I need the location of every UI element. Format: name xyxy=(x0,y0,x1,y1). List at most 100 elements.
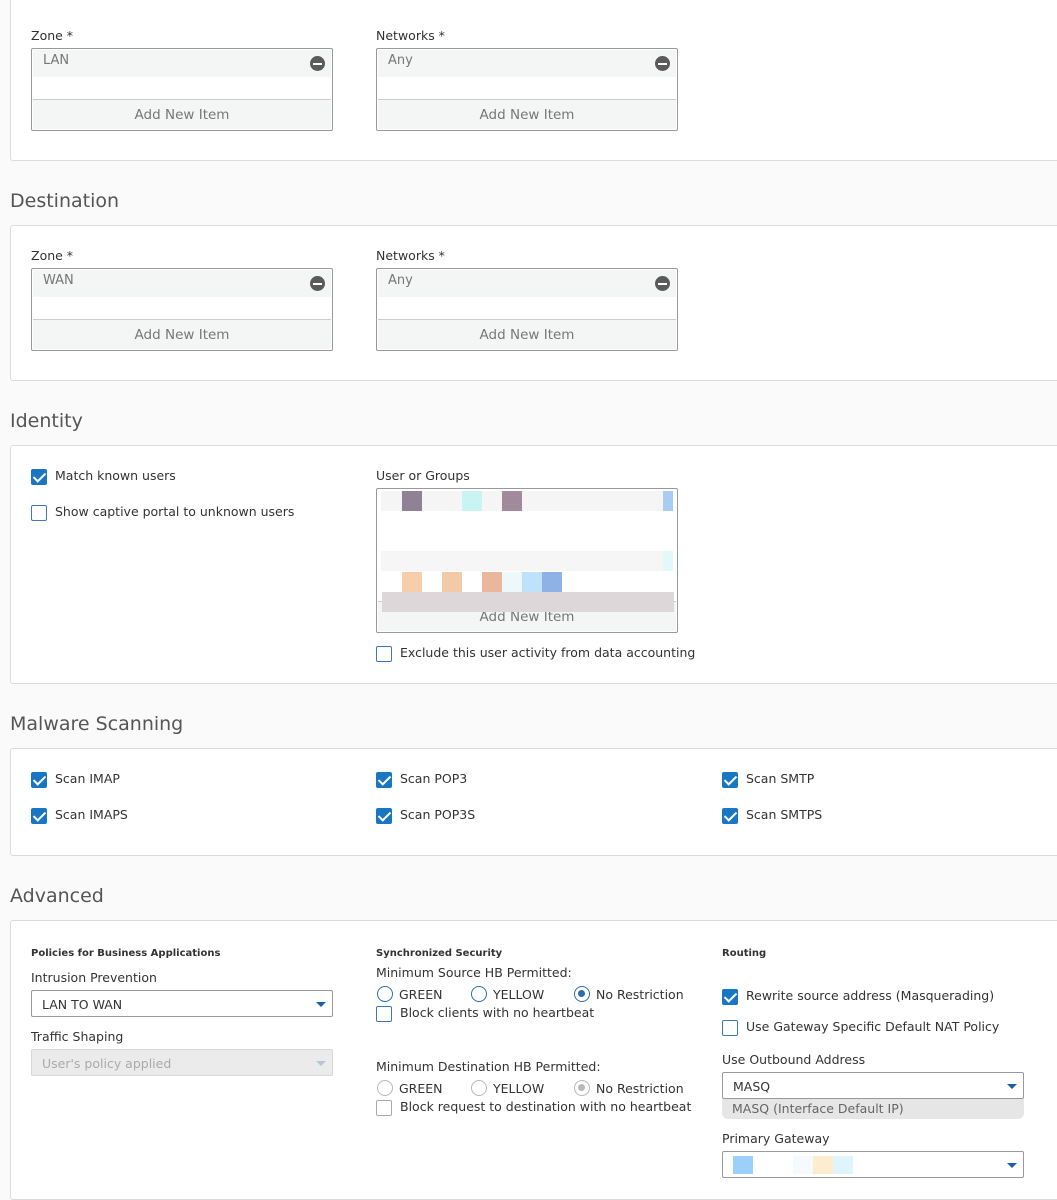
intrusion-prevention-value: LAN TO WAN xyxy=(42,997,123,1012)
scan-pop3s-checkbox[interactable] xyxy=(376,808,392,824)
chevron-down-icon xyxy=(1007,1163,1017,1168)
policies-heading: Policies for Business Applications xyxy=(31,948,221,959)
routing-heading: Routing xyxy=(722,948,767,959)
source-zone-listbox: LAN Add New Item xyxy=(31,48,333,131)
sync-security-heading: Synchronized Security xyxy=(376,948,503,959)
gateway-nat-checkbox[interactable] xyxy=(722,1020,738,1036)
scan-pop3-checkbox[interactable] xyxy=(376,772,392,788)
remove-icon[interactable] xyxy=(310,276,325,291)
obscured-block xyxy=(663,491,673,511)
source-networks-add-button[interactable]: Add New Item xyxy=(378,99,676,129)
remove-icon[interactable] xyxy=(655,276,670,291)
scan-smtps-checkbox[interactable] xyxy=(722,808,738,824)
users-groups-label: User or Groups xyxy=(376,468,470,483)
block-clients-label: Block clients with no heartbeat xyxy=(400,1005,595,1020)
scan-imap-checkbox[interactable] xyxy=(31,772,47,788)
destination-zone-listbox: WAN Add New Item xyxy=(31,268,333,351)
outbound-address-select[interactable]: MASQ xyxy=(722,1072,1024,1099)
gateway-nat-label: Use Gateway Specific Default NAT Policy xyxy=(746,1019,1000,1034)
obscured-block xyxy=(402,572,422,592)
traffic-shaping-label: Traffic Shaping xyxy=(31,1029,124,1044)
chevron-down-icon xyxy=(1007,1084,1017,1089)
source-hb-green-label: GREEN xyxy=(399,987,443,1002)
min-source-hb-label: Minimum Source HB Permitted: xyxy=(376,965,572,980)
match-known-users-checkbox[interactable] xyxy=(31,469,47,485)
scan-smtp-checkbox[interactable] xyxy=(722,772,738,788)
destination-zone-add-button[interactable]: Add New Item xyxy=(33,319,331,349)
obscured-block xyxy=(502,491,522,511)
remove-icon[interactable] xyxy=(655,56,670,71)
rewrite-source-checkbox[interactable] xyxy=(722,989,738,1005)
obscured-row xyxy=(381,491,673,511)
source-networks-listbox: Any Add New Item xyxy=(376,48,678,131)
destination-networks-listbox: Any Add New Item xyxy=(376,268,678,351)
destination-title: Destination xyxy=(10,190,120,212)
captive-portal-checkbox[interactable] xyxy=(31,505,47,521)
dest-hb-yellow-label: YELLOW xyxy=(493,1081,545,1096)
match-known-users-label: Match known users xyxy=(55,468,176,483)
obscured-block xyxy=(462,491,482,511)
primary-gateway-label: Primary Gateway xyxy=(722,1131,830,1146)
outbound-address-hint: MASQ (Interface Default IP) xyxy=(722,1099,1024,1119)
dest-hb-none-radio xyxy=(574,1080,590,1096)
block-request-checkbox xyxy=(376,1100,392,1116)
obscured-block xyxy=(502,572,522,592)
source-networks-item: Any xyxy=(378,50,676,77)
source-zone-item: LAN xyxy=(33,50,331,77)
scan-imaps-checkbox[interactable] xyxy=(31,808,47,824)
scan-smtps-label: Scan SMTPS xyxy=(746,807,823,822)
obscured-block xyxy=(813,1156,833,1174)
obscured-block xyxy=(793,1156,813,1174)
obscured-row xyxy=(381,551,673,571)
primary-gateway-select[interactable] xyxy=(722,1151,1024,1178)
obscured-block xyxy=(482,572,502,592)
scan-imap-label: Scan IMAP xyxy=(55,771,120,786)
obscured-block xyxy=(402,491,422,511)
exclude-activity-checkbox[interactable] xyxy=(376,646,392,662)
obscured-bar xyxy=(382,592,674,612)
scan-pop3-label: Scan POP3 xyxy=(400,771,468,786)
obscured-block xyxy=(542,572,562,592)
chevron-down-icon xyxy=(316,1061,326,1066)
destination-networks-item-text: Any xyxy=(388,273,413,288)
obscured-block xyxy=(442,572,462,592)
chevron-down-icon xyxy=(316,1002,326,1007)
destination-networks-add-button[interactable]: Add New Item xyxy=(378,319,676,349)
source-hb-green-radio[interactable] xyxy=(377,986,393,1002)
dest-hb-green-label: GREEN xyxy=(399,1081,443,1096)
obscured-block xyxy=(663,551,673,571)
exclude-activity-label: Exclude this user activity from data acc… xyxy=(400,645,696,660)
source-zone-add-button[interactable]: Add New Item xyxy=(33,99,331,129)
destination-zone-item: WAN xyxy=(33,270,331,297)
source-networks-label: Networks * xyxy=(376,28,445,43)
malware-title: Malware Scanning xyxy=(10,713,184,735)
traffic-shaping-select: User's policy applied xyxy=(31,1049,333,1076)
scan-pop3s-label: Scan POP3S xyxy=(400,807,476,822)
malware-panel xyxy=(10,748,1057,856)
destination-zone-item-text: WAN xyxy=(43,273,74,288)
remove-icon[interactable] xyxy=(310,56,325,71)
block-clients-checkbox[interactable] xyxy=(376,1006,392,1022)
source-hb-none-radio[interactable] xyxy=(574,986,590,1002)
source-hb-yellow-radio[interactable] xyxy=(471,986,487,1002)
block-request-label: Block request to destination with no hea… xyxy=(400,1099,692,1114)
destination-networks-label: Networks * xyxy=(376,248,445,263)
dest-hb-yellow-radio xyxy=(471,1080,487,1096)
outbound-address-label: Use Outbound Address xyxy=(722,1052,866,1067)
captive-portal-label: Show captive portal to unknown users xyxy=(55,504,295,519)
destination-zone-label: Zone * xyxy=(31,248,74,263)
destination-networks-item: Any xyxy=(378,270,676,297)
intrusion-prevention-label: Intrusion Prevention xyxy=(31,970,157,985)
intrusion-prevention-select[interactable]: LAN TO WAN xyxy=(31,990,333,1017)
dest-hb-none-label: No Restriction xyxy=(596,1081,684,1096)
outbound-address-value: MASQ xyxy=(733,1079,771,1094)
source-networks-item-text: Any xyxy=(388,53,413,68)
outbound-address-hint-text: MASQ (Interface Default IP) xyxy=(732,1101,904,1116)
obscured-block xyxy=(733,1156,753,1174)
rewrite-source-label: Rewrite source address (Masquerading) xyxy=(746,988,995,1003)
min-dest-hb-label: Minimum Destination HB Permitted: xyxy=(376,1059,601,1074)
identity-title: Identity xyxy=(10,410,83,432)
source-zone-label: Zone * xyxy=(31,28,74,43)
source-zone-item-text: LAN xyxy=(43,53,70,68)
source-hb-yellow-label: YELLOW xyxy=(493,987,545,1002)
